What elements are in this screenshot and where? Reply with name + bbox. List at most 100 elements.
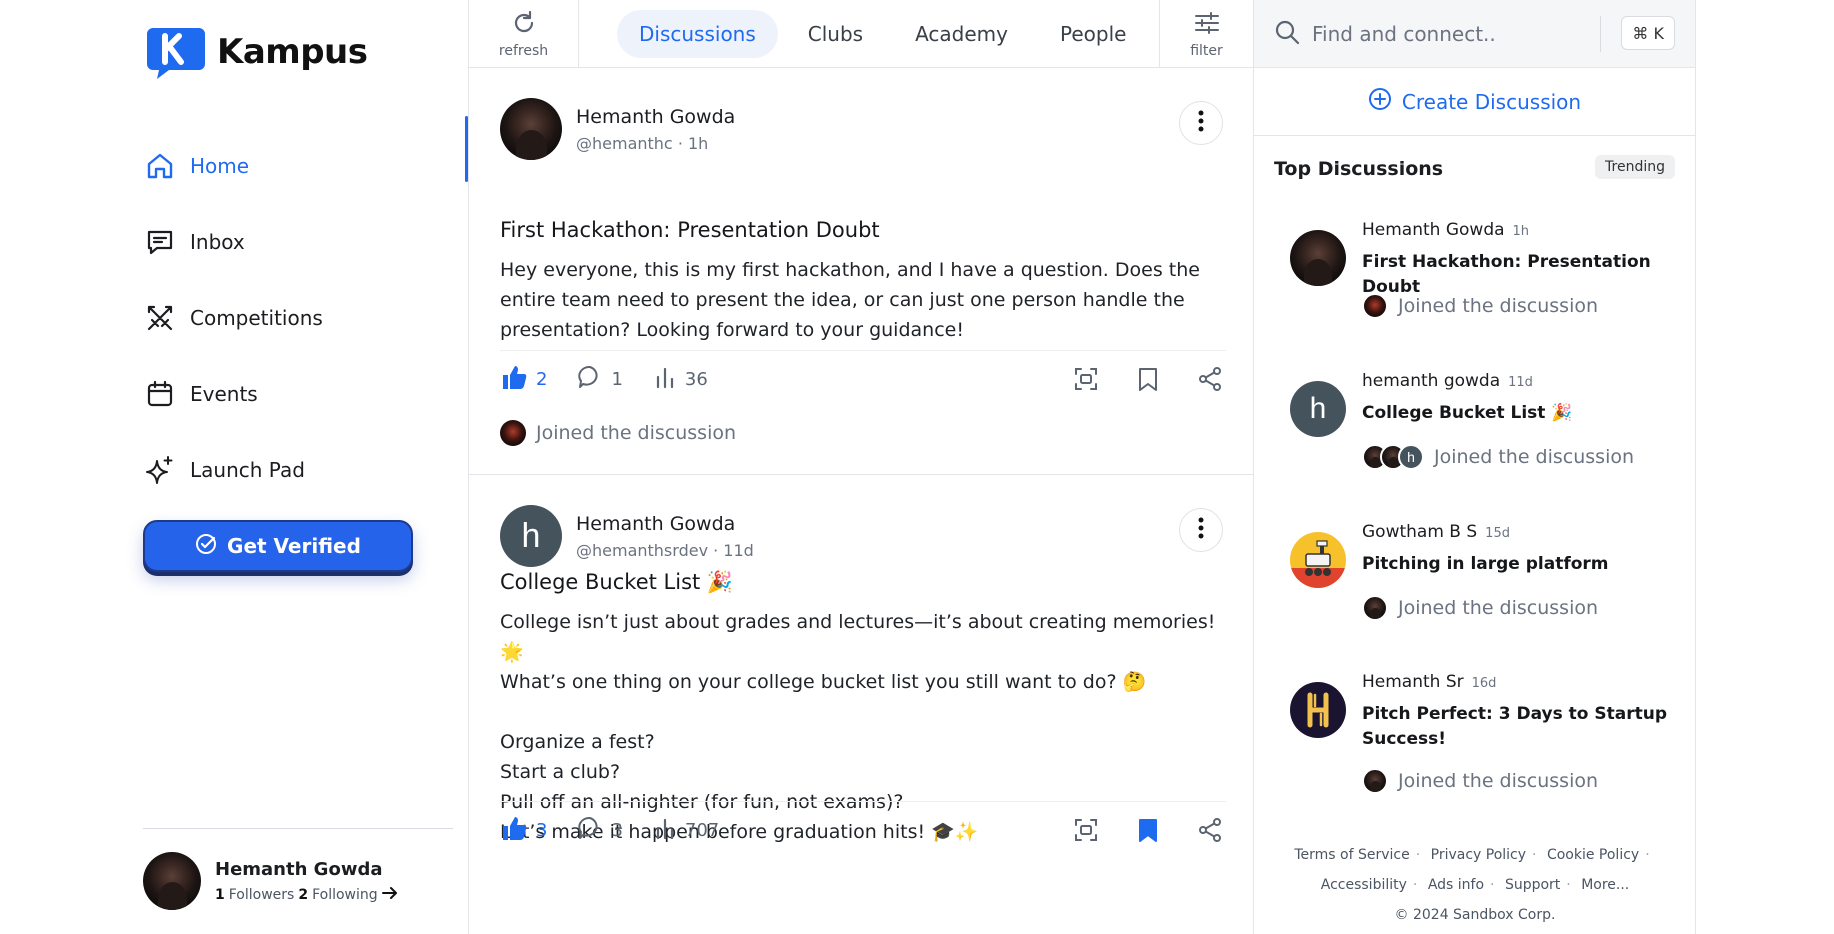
discussion-author-avatar bbox=[1290, 682, 1346, 738]
comment-button[interactable]: 1 bbox=[577, 364, 623, 395]
screenshot-icon[interactable] bbox=[1070, 814, 1102, 846]
search-input[interactable] bbox=[1312, 21, 1572, 46]
discussion-title: College Bucket List 🎉 bbox=[1362, 403, 1573, 423]
profile-avatar bbox=[143, 852, 201, 910]
search-bar: ⌘ K bbox=[1254, 0, 1695, 68]
tab-clubs[interactable]: Clubs bbox=[786, 10, 885, 58]
tab-academy[interactable]: Academy bbox=[893, 10, 1030, 58]
post-actions: 3 3 707 bbox=[500, 808, 1226, 852]
create-discussion-label: Create Discussion bbox=[1401, 89, 1582, 114]
calendar-icon bbox=[144, 378, 176, 410]
more-vertical-icon bbox=[1198, 110, 1204, 136]
nav-item-events[interactable]: Events bbox=[144, 356, 444, 432]
comment-bubble-icon bbox=[577, 815, 603, 846]
views-stat: 36 bbox=[653, 365, 708, 394]
views-stat: 707 bbox=[653, 816, 719, 845]
bookmark-filled-icon[interactable] bbox=[1132, 814, 1164, 846]
app-logo[interactable]: Kampus bbox=[145, 24, 368, 80]
joined-label: Joined the discussion bbox=[1398, 295, 1599, 317]
share-icon[interactable] bbox=[1194, 363, 1226, 395]
author-name[interactable]: Hemanth Gowda bbox=[576, 106, 735, 128]
share-icon[interactable] bbox=[1194, 814, 1226, 846]
footer-link-terms[interactable]: Terms of Service bbox=[1294, 847, 1409, 863]
top-discussions-heading: Top Discussions bbox=[1274, 158, 1444, 180]
handle-text: @hemanthc bbox=[576, 133, 673, 153]
post-header: h Hemanth Gowda @hemanthsrdev · 11d bbox=[500, 505, 754, 567]
joined-label: Joined the discussion bbox=[1398, 770, 1599, 792]
footer-link-accessibility[interactable]: Accessibility bbox=[1321, 877, 1407, 893]
comment-count: 1 bbox=[611, 368, 623, 390]
participant-avatar bbox=[1362, 595, 1388, 621]
feed-tabs: Discussions Clubs Academy People bbox=[617, 10, 1148, 58]
like-count: 2 bbox=[536, 368, 548, 390]
footer-link-more[interactable]: More... bbox=[1581, 877, 1629, 893]
more-options-button[interactable] bbox=[1179, 101, 1223, 145]
participant-avatar bbox=[500, 420, 526, 446]
discussion-age: 11d bbox=[1508, 375, 1533, 390]
like-button[interactable]: 2 bbox=[500, 363, 547, 396]
author-handle: @hemanthsrdev · 11d bbox=[576, 540, 754, 560]
discussion-author-avatar bbox=[1290, 230, 1346, 286]
discussion-title: Pitch Perfect: 3 Days to Startup Success… bbox=[1362, 704, 1668, 749]
bar-chart-icon bbox=[653, 816, 677, 845]
post-secondary-actions bbox=[1070, 814, 1226, 846]
view-count: 707 bbox=[684, 819, 720, 841]
nav-item-launch-pad[interactable]: Launch Pad bbox=[144, 432, 444, 508]
view-count: 36 bbox=[684, 368, 708, 390]
participant-avatar bbox=[1362, 293, 1388, 319]
participant-avatar-letter: h bbox=[1398, 444, 1424, 470]
top-discussion-item[interactable]: h hemanth gowda 11d College Bucket List 🎉… bbox=[1290, 371, 1680, 481]
author-name[interactable]: Hemanth Gowda bbox=[576, 513, 754, 535]
nav-item-inbox[interactable]: Inbox bbox=[144, 204, 444, 280]
discussion-meta: Hemanth Gowda 1h bbox=[1362, 220, 1529, 240]
footer-link-cookie[interactable]: Cookie Policy bbox=[1547, 847, 1639, 863]
discussion-joined: Joined the discussion bbox=[1362, 595, 1598, 621]
arrow-right-icon[interactable] bbox=[381, 886, 398, 904]
author-handle: @hemanthc · 1h bbox=[576, 133, 709, 153]
screenshot-icon[interactable] bbox=[1070, 363, 1102, 395]
discussion-author-avatar: h bbox=[1290, 381, 1346, 437]
sidebar-divider bbox=[143, 828, 453, 829]
main-nav: Home Inbox Competitions Events Launch Pa… bbox=[144, 128, 444, 508]
nav-item-home[interactable]: Home bbox=[144, 128, 444, 204]
more-vertical-icon bbox=[1198, 517, 1204, 543]
keyboard-shortcut-badge: ⌘ K bbox=[1621, 16, 1675, 50]
comment-button[interactable]: 3 bbox=[577, 815, 623, 846]
action-divider bbox=[500, 350, 1226, 351]
discussion-meta: Gowtham B S 15d bbox=[1362, 522, 1510, 542]
top-discussion-item[interactable]: Hemanth Sr 16d Pitch Perfect: 3 Days to S… bbox=[1290, 672, 1680, 802]
nav-item-competitions[interactable]: Competitions bbox=[144, 280, 444, 356]
tab-discussions[interactable]: Discussions bbox=[617, 10, 778, 58]
plus-circle-icon bbox=[1368, 87, 1392, 116]
tab-people[interactable]: People bbox=[1038, 10, 1148, 58]
refresh-button[interactable]: refresh bbox=[469, 0, 579, 68]
search-icon bbox=[1274, 19, 1300, 49]
create-discussion-button[interactable]: Create Discussion bbox=[1254, 68, 1695, 136]
author-avatar[interactable] bbox=[500, 98, 562, 160]
top-discussion-item[interactable]: Gowtham B S 15d Pitching in large platfor… bbox=[1290, 522, 1680, 632]
profile-stats: 1 Followers 2 Following bbox=[215, 886, 398, 904]
following-label[interactable]: Following bbox=[312, 887, 378, 903]
handle-text: @hemanthsrdev bbox=[576, 540, 709, 560]
footer-link-ads-info[interactable]: Ads info bbox=[1428, 877, 1484, 893]
participant-stack bbox=[1362, 595, 1388, 621]
post-title[interactable]: First Hackathon: Presentation Doubt bbox=[500, 218, 880, 242]
followers-label[interactable]: Followers bbox=[229, 887, 295, 903]
footer-link-privacy[interactable]: Privacy Policy bbox=[1431, 847, 1526, 863]
get-verified-button[interactable]: Get Verified bbox=[143, 520, 413, 572]
post-body: Hey everyone, this is my first hackathon… bbox=[500, 259, 1200, 341]
discussion-author: Gowtham B S bbox=[1362, 522, 1478, 542]
refresh-label: refresh bbox=[498, 43, 549, 59]
post-title[interactable]: College Bucket List 🎉 bbox=[500, 570, 733, 595]
like-button[interactable]: 3 bbox=[500, 814, 547, 847]
filter-button[interactable]: filter bbox=[1159, 0, 1253, 68]
author-avatar[interactable]: h bbox=[500, 505, 562, 567]
bookmark-icon[interactable] bbox=[1132, 363, 1164, 395]
top-discussion-item[interactable]: Hemanth Gowda 1h First Hackathon: Present… bbox=[1290, 220, 1680, 330]
action-divider bbox=[500, 801, 1226, 802]
thumbs-up-icon bbox=[500, 814, 528, 847]
footer-link-support[interactable]: Support bbox=[1505, 877, 1560, 893]
trending-badge[interactable]: Trending bbox=[1595, 155, 1675, 179]
more-options-button[interactable] bbox=[1179, 508, 1223, 552]
profile-card[interactable]: Hemanth Gowda 1 Followers 2 Following bbox=[143, 852, 398, 910]
